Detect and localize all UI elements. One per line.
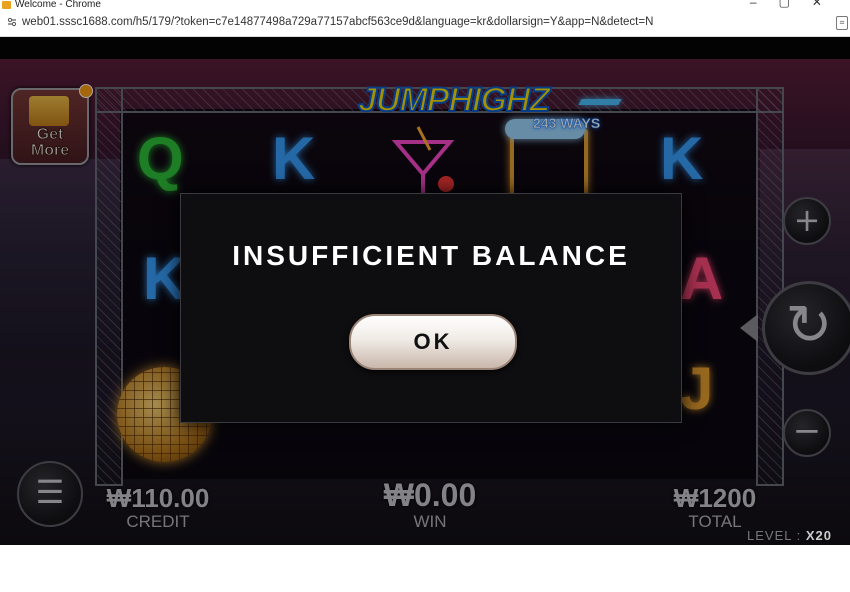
game-viewport: Q K K K A J JUMPHIGHZ 243 WAYS Get More … (0, 37, 850, 545)
address-bar: web01.sssc1688.com/h5/179/?token=c7e1487… (0, 10, 850, 37)
dialog-title: INSUFFICIENT BALANCE (232, 240, 630, 271)
modal-overlay: INSUFFICIENT BALANCE OK (0, 37, 850, 545)
insufficient-balance-dialog: INSUFFICIENT BALANCE OK (180, 193, 682, 423)
url-text[interactable]: web01.sssc1688.com/h5/179/?token=c7e1487… (22, 16, 653, 28)
window-titlebar: Welcome - Chrome –▢✕ (0, 0, 850, 10)
extension-icon[interactable]: ⌗ (836, 16, 848, 30)
level-value: X20 (805, 528, 832, 543)
site-settings-icon[interactable] (7, 17, 17, 27)
chrome-app-icon (2, 1, 11, 9)
window-title: Welcome - Chrome (15, 0, 101, 10)
level-label: LEVEL : (747, 528, 802, 543)
ok-button[interactable]: OK (349, 314, 517, 370)
window-controls[interactable]: –▢✕ (750, 0, 844, 8)
level-indicator: LEVEL : X20 (747, 528, 832, 543)
